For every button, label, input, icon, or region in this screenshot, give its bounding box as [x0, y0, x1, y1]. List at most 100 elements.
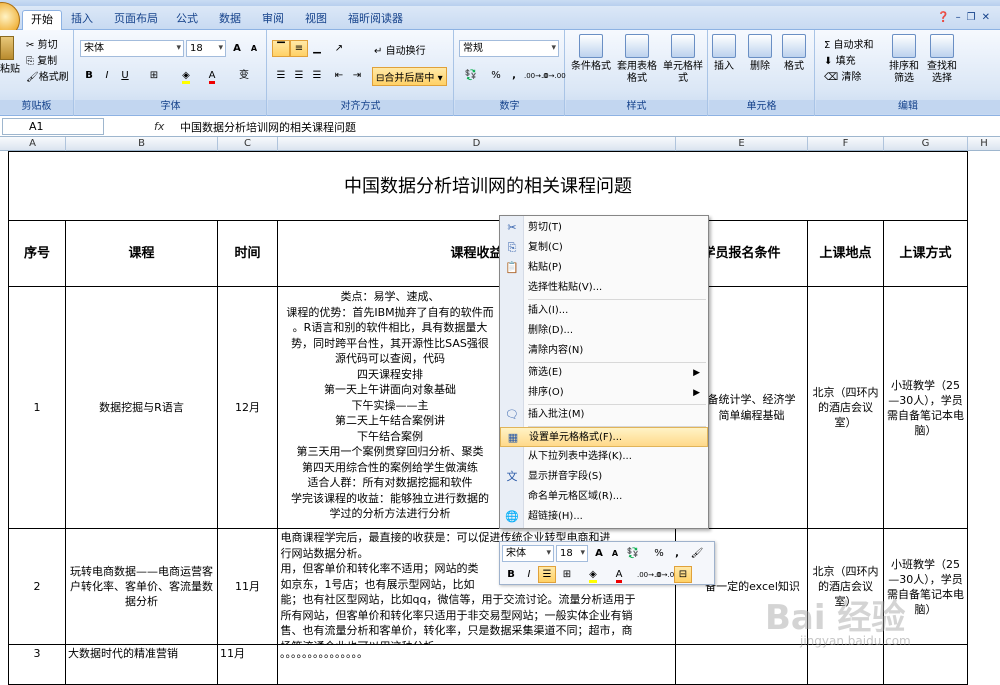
italic-button[interactable]: I: [98, 67, 116, 84]
header-no[interactable]: 序号: [8, 221, 66, 287]
help-icon[interactable]: ❓: [937, 12, 955, 23]
autosum-button[interactable]: Σ 自动求和: [824, 36, 874, 51]
fill-button[interactable]: ⬇ 填充: [824, 52, 856, 67]
mini-italic-button[interactable]: I: [520, 566, 538, 583]
row1-time[interactable]: 12月: [218, 287, 278, 529]
menu-sort[interactable]: 排序(O) ▶: [500, 383, 708, 403]
row3-no[interactable]: 3: [8, 645, 66, 685]
row3-place[interactable]: [808, 645, 884, 685]
menu-filter[interactable]: 筛选(E) ▶: [500, 363, 708, 383]
mini-font-color-button[interactable]: A: [610, 566, 628, 583]
border-button[interactable]: ⊞: [145, 67, 163, 84]
underline-button[interactable]: U: [116, 67, 134, 84]
font-name-combo[interactable]: 宋体: [80, 40, 184, 57]
tab-view[interactable]: 视图: [297, 10, 335, 30]
row3-mode[interactable]: [884, 645, 968, 685]
mini-merge-button[interactable]: ⊟: [674, 566, 692, 583]
comma-button[interactable]: ,: [505, 67, 523, 84]
col-header-c[interactable]: C: [218, 137, 278, 151]
mini-border-button[interactable]: ⊞: [558, 566, 576, 583]
align-center-button[interactable]: ☰: [290, 67, 308, 84]
menu-format-cells[interactable]: ▦ 设置单元格格式(F)...: [500, 427, 708, 447]
col-header-g[interactable]: G: [884, 137, 968, 151]
menu-insert-comment[interactable]: 🗨 插入批注(M): [500, 405, 708, 425]
sheet-title[interactable]: 中国数据分析培训网的相关课程问题: [8, 151, 968, 221]
clear-button[interactable]: ⌫ 清除: [824, 68, 861, 83]
formula-content[interactable]: 中国数据分析培训网的相关课程问题: [180, 119, 356, 135]
col-header-h[interactable]: H: [968, 137, 1000, 151]
align-top-button[interactable]: ▔: [272, 40, 290, 57]
tab-page-layout[interactable]: 页面布局: [106, 10, 166, 30]
mini-percent-button[interactable]: %: [650, 545, 668, 562]
font-size-combo[interactable]: 18: [186, 40, 226, 57]
tab-data[interactable]: 数据: [211, 10, 249, 30]
row3-course[interactable]: 大数据时代的精准营销: [66, 645, 218, 685]
conditional-format-button[interactable]: 条件格式: [568, 34, 614, 73]
mini-size-combo[interactable]: 18: [556, 545, 588, 562]
find-select-button[interactable]: 查找和选择: [924, 34, 960, 85]
menu-cut[interactable]: ✂ 剪切(T): [500, 218, 708, 238]
row2-course[interactable]: 玩转电商数据——电商运营客户转化率、客单价、客流量数据分析: [66, 529, 218, 645]
restore-icon[interactable]: ❐: [967, 12, 982, 23]
merge-center-button[interactable]: ⊟合并后居中 ▾: [372, 67, 447, 86]
tab-home[interactable]: 开始: [22, 10, 62, 30]
mini-increase-decimal-button[interactable]: .00→.0: [636, 566, 661, 583]
align-bottom-button[interactable]: ▁: [308, 40, 326, 57]
window-controls[interactable]: ❓–❐✕: [937, 12, 996, 23]
percent-button[interactable]: %: [487, 67, 505, 84]
decrease-indent-button[interactable]: ⇤: [330, 67, 348, 84]
align-middle-button[interactable]: ≡: [290, 40, 308, 57]
mini-decrease-decimal-button[interactable]: .0→.00: [654, 566, 679, 583]
decrease-decimal-button[interactable]: .0→.00: [541, 67, 566, 84]
header-time[interactable]: 时间: [218, 221, 278, 287]
header-course[interactable]: 课程: [66, 221, 218, 287]
increase-decimal-button[interactable]: .00→.0: [523, 67, 548, 84]
fill-color-button[interactable]: ◈: [177, 67, 195, 84]
col-header-f[interactable]: F: [808, 137, 884, 151]
insert-cells-button[interactable]: 插入: [705, 34, 743, 73]
tab-insert[interactable]: 插入: [63, 10, 101, 30]
menu-clear-contents[interactable]: 清除内容(N): [500, 341, 708, 361]
delete-cells-button[interactable]: 删除: [741, 34, 779, 73]
phonetic-button[interactable]: 变: [235, 67, 253, 84]
mini-fill-button[interactable]: ◈: [584, 566, 602, 583]
mini-format-painter-button[interactable]: 🖌: [688, 545, 706, 562]
menu-delete[interactable]: 删除(D)...: [500, 321, 708, 341]
currency-button[interactable]: 💱: [459, 67, 483, 84]
mini-comma-button[interactable]: ,: [668, 545, 686, 562]
row3-condition[interactable]: [676, 645, 808, 685]
copy-button[interactable]: ⎘ 复制: [26, 52, 57, 67]
tab-review[interactable]: 审阅: [254, 10, 292, 30]
orientation-button[interactable]: ↗: [330, 40, 348, 57]
format-as-table-button[interactable]: 套用表格格式: [614, 34, 660, 85]
name-box[interactable]: A1: [2, 118, 104, 135]
bold-button[interactable]: B: [80, 67, 98, 84]
row1-place[interactable]: 北京（四环内的酒店会议室）: [808, 287, 884, 529]
format-painter-button[interactable]: 🖌格式刷: [26, 68, 69, 83]
format-cells-button[interactable]: 格式: [775, 34, 813, 73]
menu-pick-from-list[interactable]: 从下拉列表中选择(K)...: [500, 447, 708, 467]
menu-paste[interactable]: 📋 粘贴(P): [500, 258, 708, 278]
menu-paste-special[interactable]: 选择性粘贴(V)...: [500, 278, 708, 298]
tab-formulas[interactable]: 公式: [168, 10, 206, 30]
wrap-text-button[interactable]: ↵ 自动换行: [374, 42, 426, 57]
menu-define-name[interactable]: 命名单元格区域(R)...: [500, 487, 708, 507]
header-mode[interactable]: 上课方式: [884, 221, 968, 287]
increase-indent-button[interactable]: ⇥: [348, 67, 366, 84]
tab-foxit[interactable]: 福昕阅读器: [340, 10, 411, 30]
shrink-font-button[interactable]: A: [245, 40, 263, 57]
row1-course[interactable]: 数据挖掘与R语言: [66, 287, 218, 529]
col-header-b[interactable]: B: [66, 137, 218, 151]
col-header-a[interactable]: A: [0, 137, 66, 151]
grow-font-button[interactable]: A: [228, 40, 246, 57]
sort-filter-button[interactable]: 排序和筛选: [886, 34, 922, 85]
mini-font-combo[interactable]: 宋体: [502, 545, 554, 562]
close-icon[interactable]: ✕: [982, 12, 996, 23]
function-icon[interactable]: fx: [154, 120, 164, 133]
row1-no[interactable]: 1: [8, 287, 66, 529]
col-header-e[interactable]: E: [676, 137, 808, 151]
row2-no[interactable]: 2: [8, 529, 66, 645]
align-right-button[interactable]: ☰: [308, 67, 326, 84]
cut-button[interactable]: ✂ 剪切: [26, 36, 58, 51]
mini-bold-button[interactable]: B: [502, 566, 520, 583]
